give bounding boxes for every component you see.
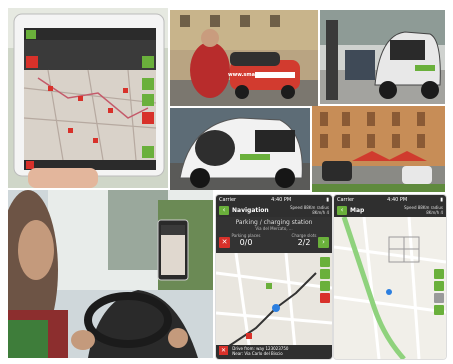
battery-icon: ▮ bbox=[326, 196, 329, 203]
zoom-out-button[interactable] bbox=[434, 281, 444, 291]
layers-button[interactable] bbox=[434, 293, 444, 303]
route-bar: ✕ Drive from: way 123023750 Near: Via Ca… bbox=[216, 345, 332, 359]
speed-line-2: 8Km/h 4 bbox=[426, 209, 443, 215]
navigation-map-drawing bbox=[216, 253, 332, 359]
driver-photo bbox=[8, 190, 213, 358]
panel-heading: Parking / charging station bbox=[235, 219, 313, 226]
tablet-scene bbox=[8, 8, 168, 188]
driver-scene bbox=[8, 190, 213, 358]
back-button[interactable]: ‹ bbox=[219, 206, 229, 215]
station-list-button[interactable] bbox=[320, 293, 330, 303]
screen-title: Navigation bbox=[232, 207, 269, 214]
cancel-route-button[interactable]: ✕ bbox=[219, 346, 228, 355]
phone-map-screen: Carrier 4:40 PM ▮ ‹ Map Speed 88Km radiu… bbox=[333, 194, 447, 360]
parking-count: Parking places 0/0 bbox=[232, 233, 261, 247]
speed-line-2: 8Km/h 4 bbox=[312, 209, 329, 215]
map-side-controls bbox=[320, 257, 330, 303]
twizy-charging-photo bbox=[320, 10, 445, 104]
parking-value: 0/0 bbox=[239, 238, 253, 247]
charge-count: Charge slots 2/2 bbox=[292, 233, 317, 247]
charging-scene bbox=[320, 10, 445, 104]
speed-readout: Speed 88Km radius 8Km/h 4 bbox=[290, 205, 329, 215]
street-station-scene bbox=[312, 106, 445, 192]
street-sign-text: www.smartwest.it bbox=[228, 72, 280, 78]
street-car-photo: www.smartwest.it bbox=[170, 10, 318, 106]
carrier-label: Carrier bbox=[219, 196, 237, 203]
street-scene bbox=[170, 10, 318, 106]
close-station-button[interactable]: ✕ bbox=[219, 237, 230, 248]
back-button[interactable]: ‹ bbox=[337, 206, 347, 215]
speed-readout: Speed 88Km radius 8Km/h 4 bbox=[404, 205, 443, 215]
street-station-photo bbox=[312, 106, 445, 192]
time-label: 4:40 PM bbox=[271, 196, 292, 203]
twizy-side-photo bbox=[170, 108, 310, 190]
battery-icon: ▮ bbox=[440, 196, 443, 203]
map-side-controls bbox=[434, 269, 444, 315]
phone-navigation-screen: Carrier 4:40 PM ▮ ‹ Navigation Speed 88K… bbox=[215, 194, 333, 360]
center-location-button[interactable] bbox=[320, 281, 330, 291]
time-label: 4:40 PM bbox=[387, 196, 408, 203]
city-map-drawing bbox=[334, 217, 446, 359]
twizy-side-scene bbox=[170, 108, 310, 190]
status-bar: Carrier 4:40 PM ▮ bbox=[216, 195, 332, 204]
screen-title: Map bbox=[350, 207, 365, 214]
zoom-in-button[interactable] bbox=[434, 269, 444, 279]
status-bar: Carrier 4:40 PM ▮ bbox=[334, 195, 446, 204]
zoom-out-button[interactable] bbox=[320, 269, 330, 279]
tablet-photo bbox=[8, 8, 168, 188]
title-bar: ‹ Navigation Speed 88Km radius 8Km/h 4 bbox=[216, 204, 332, 217]
navigation-map[interactable]: ✕ Drive from: way 123023750 Near: Via Ca… bbox=[216, 253, 332, 359]
route-near: Near: Via Carlo del Biscio bbox=[232, 351, 283, 356]
title-bar: ‹ Map Speed 88Km radius 8Km/h 4 bbox=[334, 204, 446, 217]
station-panel: Parking / charging station Via del Merca… bbox=[216, 217, 332, 253]
next-station-button[interactable]: › bbox=[318, 237, 329, 248]
station-counts: Parking places 0/0 Charge slots 2/2 bbox=[216, 231, 332, 247]
photo-collage: www.smartwest.it Carrier 4:40 PM ▮ ‹ Nav… bbox=[0, 0, 453, 364]
zoom-in-button[interactable] bbox=[320, 257, 330, 267]
charge-value: 2/2 bbox=[297, 238, 311, 247]
carrier-label: Carrier bbox=[337, 196, 355, 203]
city-map[interactable] bbox=[334, 217, 446, 359]
locate-button[interactable] bbox=[434, 305, 444, 315]
